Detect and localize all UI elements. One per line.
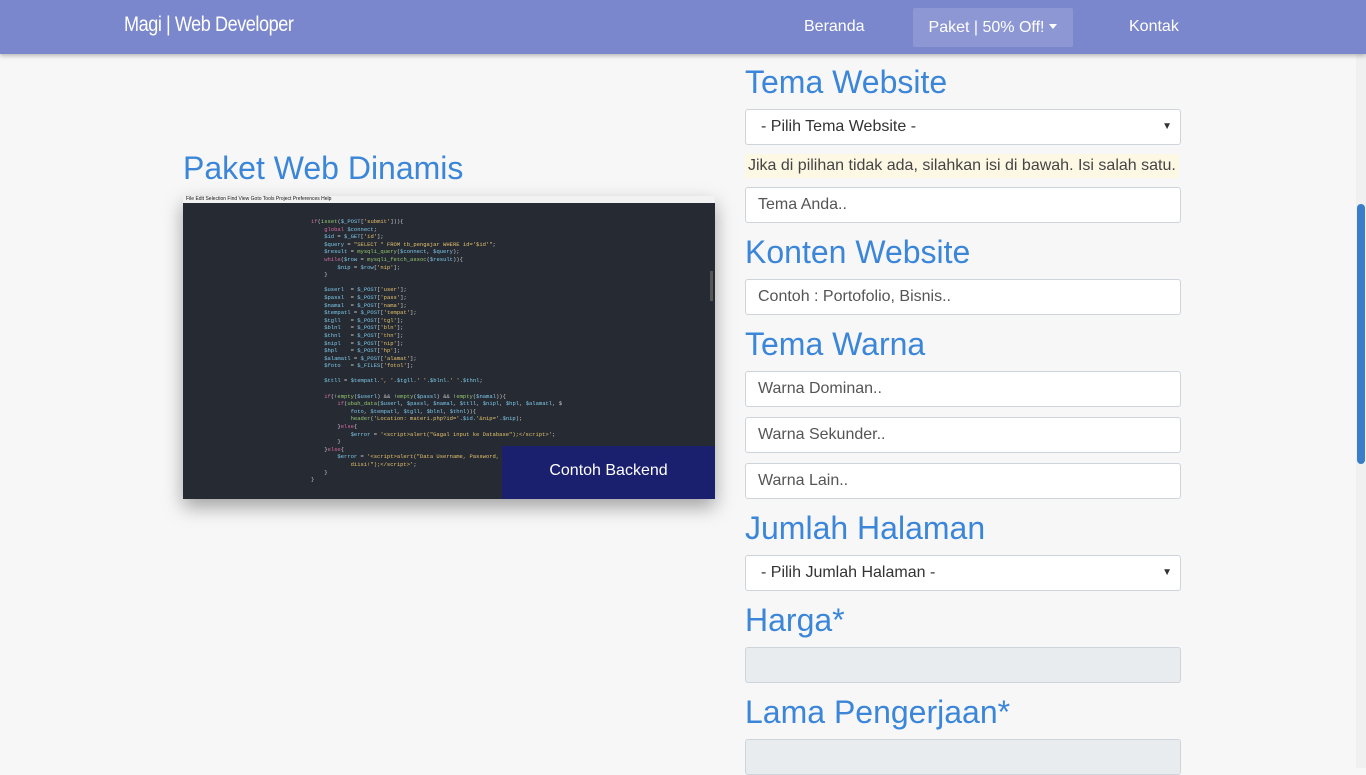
navbar: Magi | Web Developer Beranda Paket | 50%… [0, 0, 1366, 54]
input-tema-anda[interactable]: Tema Anda.. [745, 187, 1181, 223]
hint-text: Jika di pilihan tidak ada, silahkan isi … [745, 154, 1179, 178]
editor-scrollbar [710, 271, 713, 301]
nav-beranda[interactable]: Beranda [804, 0, 865, 54]
nav-paket-label: Paket | 50% Off! [928, 19, 1045, 36]
input-warna-lain[interactable]: Warna Lain.. [745, 463, 1181, 499]
scrollbar-thumb[interactable] [1357, 204, 1365, 464]
package-title: Paket Web Dinamis [183, 150, 464, 186]
nav-paket-dropdown[interactable]: Paket | 50% Off! [913, 8, 1073, 47]
code-screenshot: if(isset($_POST['submit'])){ global $con… [311, 218, 562, 484]
input-warna-sekunder[interactable]: Warna Sekunder.. [745, 417, 1181, 453]
label-konten-website: Konten Website [745, 234, 971, 270]
input-harga [745, 647, 1181, 683]
select-jumlah-halaman-value: - Pilih Jumlah Halaman - [761, 564, 936, 581]
preview-caption: Contoh Backend [502, 446, 715, 499]
select-tema-website-value: - Pilih Tema Website - [761, 118, 917, 135]
editor-menubar: File Edit Selection Find View Goto Tools… [183, 196, 715, 203]
dropdown-arrow-icon: ▼ [1162, 121, 1172, 132]
dropdown-arrow-icon: ▼ [1162, 567, 1172, 578]
label-jumlah-halaman: Jumlah Halaman [745, 510, 986, 546]
label-tema-warna: Tema Warna [745, 326, 926, 362]
select-jumlah-halaman[interactable]: - Pilih Jumlah Halaman - ▼ [745, 555, 1181, 591]
input-warna-dominan[interactable]: Warna Dominan.. [745, 371, 1181, 407]
input-lama-pengerjaan [745, 739, 1181, 775]
label-lama-pengerjaan: Lama Pengerjaan* [745, 694, 1011, 730]
nav-kontak[interactable]: Kontak [1129, 0, 1179, 54]
brand-logo[interactable]: Magi | Web Developer [124, 13, 294, 37]
backend-preview-image: File Edit Selection Find View Goto Tools… [183, 196, 715, 499]
caret-down-icon [1049, 24, 1058, 29]
input-konten-website[interactable]: Contoh : Portofolio, Bisnis.. [745, 279, 1181, 315]
select-tema-website[interactable]: - Pilih Tema Website - ▼ [745, 109, 1181, 145]
label-harga: Harga* [745, 602, 845, 638]
label-tema-website: Tema Website [745, 64, 948, 100]
page-scrollbar[interactable] [1356, 0, 1366, 768]
